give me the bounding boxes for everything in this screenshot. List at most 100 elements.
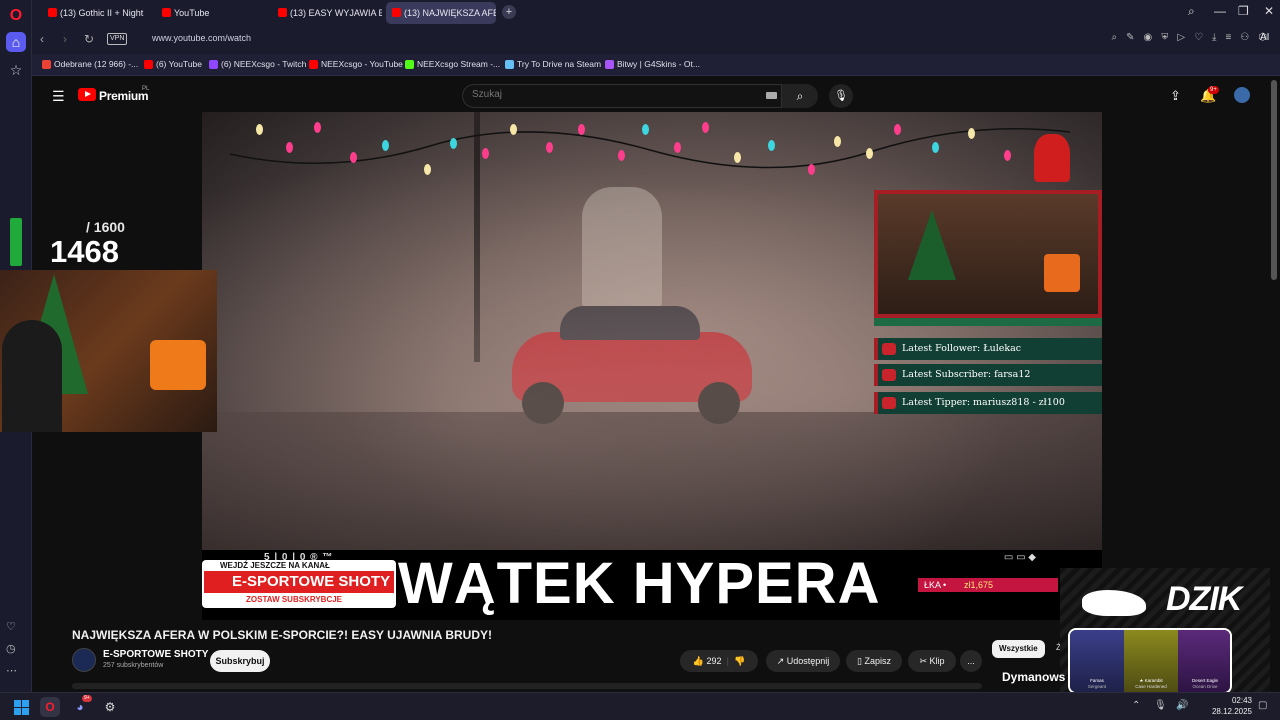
minimize-icon[interactable]: — <box>1214 4 1226 18</box>
scissors-icon: ✂ <box>919 656 927 666</box>
youtube-icon <box>144 60 153 69</box>
clip-label: Klip <box>929 656 945 666</box>
youtube-brand[interactable]: Premium <box>99 89 149 103</box>
skin-card: ★ Karambit Case Hardened <box>1124 630 1178 692</box>
page-scrollbar[interactable] <box>1271 80 1277 280</box>
search-tabs-icon[interactable]: ⌕ <box>1188 4 1195 19</box>
close-icon[interactable]: ✕ <box>1264 4 1274 18</box>
bookmarks-bar: Odebrane (12 966) -... (6) YouTube (6) N… <box>32 54 1280 76</box>
chip-all[interactable]: Wszystkie <box>992 640 1045 658</box>
save-button[interactable]: ▯ Zapisz <box>846 650 902 672</box>
light-bulb <box>834 136 841 147</box>
keyboard-icon[interactable] <box>766 92 777 99</box>
dislike-icon[interactable]: 👎 <box>734 656 745 666</box>
youtube-favicon-icon <box>162 8 171 17</box>
tray-mic-icon[interactable]: 🎙 <box>1154 700 1167 711</box>
steam-icon <box>505 60 514 69</box>
clock-date: 28.12.2025 <box>1211 707 1252 716</box>
promo-line-2: E-SPORTOWE SHOTY <box>204 571 394 593</box>
more-actions-button[interactable]: ... <box>960 650 982 672</box>
skin-card: Desert Eagle Ocean Drive <box>1178 630 1230 692</box>
light-bulb <box>968 128 975 139</box>
upload-icon[interactable]: ⇪ <box>1170 88 1181 104</box>
promo-line-3: ZOSTAW SUBSKRYBCJE <box>246 595 343 604</box>
light-bulb <box>894 124 901 135</box>
tab-gothic[interactable]: (13) Gothic II + Night <box>42 2 152 24</box>
channel-avatar[interactable] <box>72 648 96 672</box>
bow-icon <box>882 369 896 381</box>
subscribe-button[interactable]: Subskrybuj <box>210 650 270 672</box>
star-icon[interactable]: ☆ <box>6 60 26 80</box>
windows-start-icon[interactable] <box>14 700 29 715</box>
avatar[interactable] <box>1234 87 1250 103</box>
youtube-favicon-icon <box>278 8 287 17</box>
reload-icon[interactable]: ↻ <box>84 32 94 46</box>
like-count: 292 <box>706 656 722 666</box>
opera-logo-icon[interactable]: O <box>6 6 26 26</box>
taskbar-clock[interactable]: 02:43 28.12.2025 <box>1210 695 1252 717</box>
forward-icon[interactable]: › <box>63 32 67 46</box>
more-icon[interactable]: ⋯ <box>6 664 17 677</box>
bookmark-twitch[interactable]: (6) NEEXcsgo - Twitch <box>209 59 306 69</box>
banner-title: WĄTEK HYPERA <box>398 551 881 616</box>
youtube-favicon-icon <box>48 8 57 17</box>
search-input[interactable] <box>472 89 752 100</box>
light-bulb <box>618 150 625 161</box>
bookmark-label: Try To Drive na Steam <box>517 59 602 69</box>
bookmark-kick[interactable]: NEEXcsgo Stream -... <box>405 59 500 69</box>
christmas-lights <box>230 127 1070 169</box>
light-bulb <box>510 124 517 135</box>
youtube-logo-icon[interactable] <box>78 88 96 101</box>
microphone-icon[interactable]: 🎙 <box>829 84 853 108</box>
heart-icon[interactable]: ♡ <box>6 620 16 633</box>
url-field[interactable]: www.youtube.com/watch <box>152 33 251 43</box>
bookmark-gmail[interactable]: Odebrane (12 966) -... <box>42 59 138 69</box>
back-icon[interactable]: ‹ <box>40 32 44 46</box>
light-bulb <box>450 138 457 149</box>
search-button[interactable]: ⌕ <box>782 84 818 108</box>
bookmark-youtube[interactable]: (6) YouTube <box>144 59 202 69</box>
bookmark-steam[interactable]: Try To Drive na Steam <box>505 59 601 69</box>
home-icon[interactable]: ⌂ <box>6 32 26 52</box>
light-bulb <box>702 122 709 133</box>
clip-button[interactable]: ✂ Klip <box>908 650 956 672</box>
dzik-caption: Dymanows <box>1002 670 1066 684</box>
light-bulb <box>808 164 815 175</box>
tray-chevron-icon[interactable]: ⌃ <box>1132 700 1140 711</box>
twitch-icon <box>209 60 218 69</box>
promo-line-1: WEJDŹ JESZCZE NA KANAŁ <box>220 561 330 570</box>
channel-name[interactable]: E-SPORTOWE SHOTY <box>103 649 208 660</box>
opera-taskbar-icon[interactable]: O <box>40 697 60 717</box>
like-button[interactable]: 👍 292 <box>693 656 722 666</box>
bookmark-neex-youtube[interactable]: NEEXcsgo - YouTube <box>309 59 403 69</box>
menu-icon[interactable]: ☰ <box>52 88 65 105</box>
new-tab-button[interactable]: + <box>502 5 516 19</box>
bookmark-label: Odebrane (12 966) -... <box>54 59 139 69</box>
counter-progress-bar <box>10 218 22 266</box>
tab-youtube[interactable]: YouTube <box>156 2 270 24</box>
bookmark-g4skins[interactable]: Bitwy | G4Skins - Ot... <box>605 59 700 69</box>
tab-active-afera[interactable]: (13) NAJWIĘKSZA AFE <box>386 2 496 24</box>
clock-time: 02:43 <box>1231 696 1252 705</box>
tab-label: (13) Gothic II + Night <box>60 8 144 18</box>
address-tools-icons[interactable]: ⌕✎◉⛨▷♡⤓≡⚇⬡ <box>1111 32 1276 43</box>
maximize-icon[interactable]: ❐ <box>1238 4 1249 18</box>
donation-label: ŁKA • <box>924 580 947 590</box>
history-icon[interactable]: ◷ <box>6 642 16 655</box>
light-bulb <box>382 140 389 151</box>
skin-sub: Ocean Drive <box>1192 684 1218 689</box>
tab-label: (13) NAJWIĘKSZA AFE <box>404 8 496 18</box>
tray-volume-icon[interactable]: 🔊 <box>1176 700 1188 711</box>
steam-taskbar-icon[interactable]: ⚙ <box>100 697 120 717</box>
vpn-badge[interactable]: VPN <box>107 33 128 45</box>
light-bulb <box>350 152 357 163</box>
ai-button[interactable]: AI <box>1260 32 1269 43</box>
light-bulb <box>866 148 873 159</box>
latest-tipper-text: Latest Tipper: mariusz818 - zł100 <box>902 397 1065 408</box>
share-button[interactable]: ↗ Udostępnij <box>766 650 840 672</box>
notifications-icon[interactable]: ▢ <box>1258 700 1267 711</box>
tab-easy[interactable]: (13) EASY WYJAWIA BRUD <box>272 2 382 24</box>
description-box[interactable] <box>72 683 982 689</box>
latest-tipper: Latest Tipper: mariusz818 - zł100 <box>874 392 1102 414</box>
video-player[interactable]: Latest Follower: Łulekac Latest Subscrib… <box>202 112 1102 620</box>
